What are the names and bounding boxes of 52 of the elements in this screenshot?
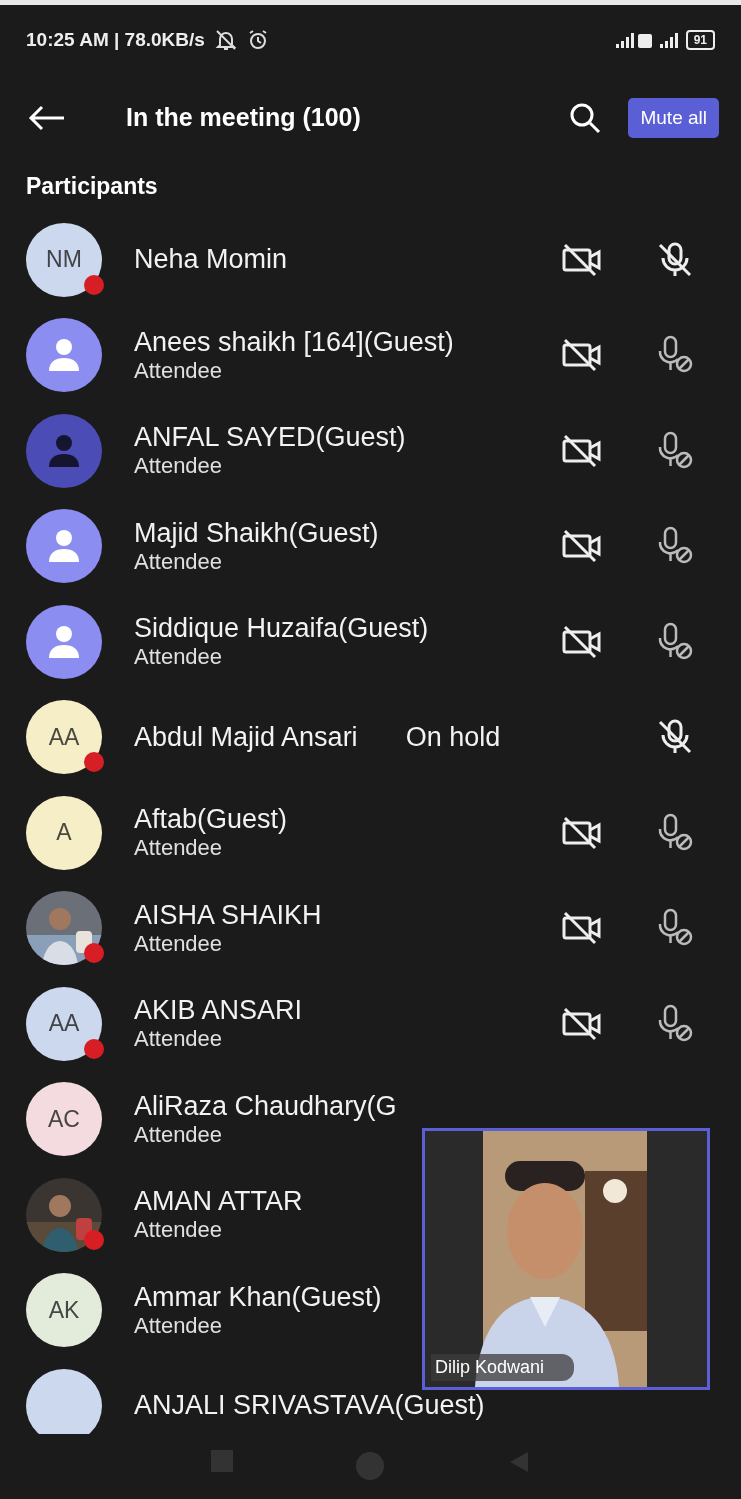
video-tile[interactable]: Dilip Kodwani: [422, 1128, 710, 1390]
participant-role: Attendee: [134, 930, 224, 957]
status-time: 10:25 AM | 78.0KB/s: [26, 29, 205, 51]
battery-level: 91: [685, 30, 715, 50]
participant-role: Attendee: [134, 644, 224, 671]
participant-name: AliRaza Chaudhary(G: [134, 1090, 397, 1122]
participant-role: Attendee: [134, 453, 224, 480]
participant-role: Attendee: [134, 1312, 224, 1339]
video-off-icon[interactable]: [560, 1005, 603, 1042]
person-icon: [47, 337, 81, 374]
participant-name: Ammar Khan(Guest): [134, 1281, 382, 1313]
avatar-initials: AA: [48, 1010, 80, 1038]
video-off-icon[interactable]: [560, 241, 603, 278]
participant-name: ANFAL SAYED(Guest): [134, 422, 406, 454]
avatar-initials: NM: [46, 246, 82, 274]
bell-off-icon: [214, 29, 237, 51]
participant-name: AMAN ATTAR: [134, 1186, 303, 1218]
participant-name: Majid Shaikh(Guest): [134, 517, 379, 549]
participant-role: Attendee: [134, 835, 224, 862]
person-icon: [47, 432, 81, 469]
back-arrow-icon[interactable]: [28, 104, 66, 131]
participant-role: Attendee: [134, 548, 224, 575]
participant-name: Siddique Huzaifa(Guest): [134, 613, 429, 645]
participant-role: Attendee: [134, 1217, 224, 1244]
video-off-icon[interactable]: [560, 432, 603, 469]
participant-name: Aftab(Guest): [134, 804, 288, 836]
hold-status: On hold: [405, 721, 501, 753]
avatar-initials: AC: [48, 1105, 80, 1133]
video-off-icon[interactable]: [560, 910, 603, 947]
participant-name: Anees shaikh [164](Guest): [134, 326, 454, 358]
participant-role: Attendee: [134, 1026, 224, 1053]
participant-role: Attendee: [134, 357, 224, 384]
participant-name: ANJALI SRIVASTAVA(Guest): [134, 1390, 485, 1422]
section-title: Participants: [25, 171, 159, 201]
video-name-label: Dilip Kodwani: [431, 1354, 575, 1381]
avatar-initials: AA: [48, 723, 80, 751]
participant-name: AISHA SHAIKH: [134, 899, 322, 931]
signal-icon: [615, 32, 678, 48]
person-icon: [47, 528, 81, 565]
avatar-initials: A: [56, 819, 72, 847]
video-off-icon[interactable]: [560, 623, 603, 660]
page-title: In the meeting (100): [126, 103, 362, 132]
video-off-icon[interactable]: [560, 337, 603, 374]
mute-all-button[interactable]: Mute all: [628, 97, 719, 138]
participant-name: AKIB ANSARI: [134, 995, 303, 1027]
video-off-icon[interactable]: [560, 814, 603, 851]
participant-name: Neha Momin: [134, 244, 288, 276]
person-icon: [47, 623, 81, 660]
avatar-initials: AK: [48, 1296, 80, 1324]
participant-role: Attendee: [134, 1121, 224, 1148]
video-off-icon[interactable]: [560, 528, 603, 565]
participant-name: Abdul Majid Ansari: [134, 721, 358, 753]
